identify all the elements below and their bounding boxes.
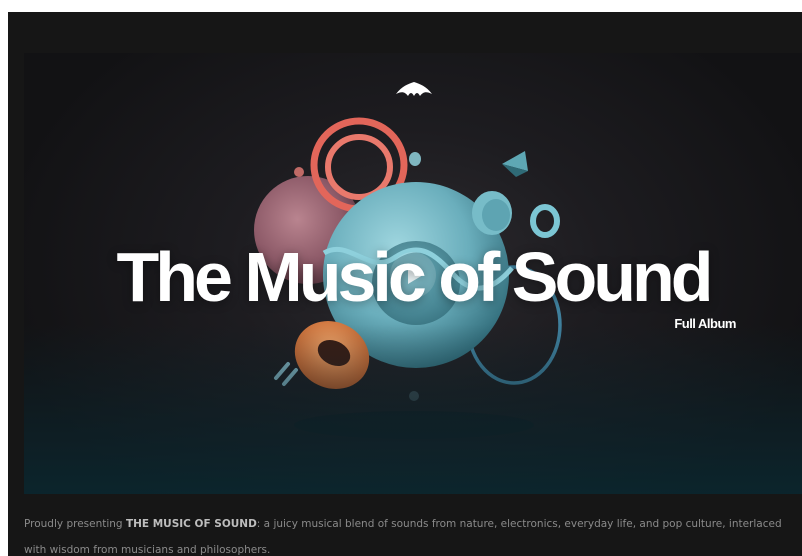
album-subtitle: Full Album [674,316,736,331]
small-ball-shape [294,167,304,177]
album-title: The Music of Sound [116,238,714,316]
description-intro: Proudly presenting [24,518,126,530]
page: The Music of Sound Full Album Proudly pr… [8,12,802,556]
description-highlight: THE MUSIC OF SOUND [125,518,257,530]
hero-floor-gradient [24,324,802,494]
small-torus-shape [530,204,560,238]
album-description: Proudly presenting THE MUSIC OF SOUND: a… [24,511,794,556]
hero-banner: The Music of Sound Full Album [24,53,802,494]
winged-logo-icon[interactable] [396,82,432,98]
mini-drum-shape [409,152,421,166]
